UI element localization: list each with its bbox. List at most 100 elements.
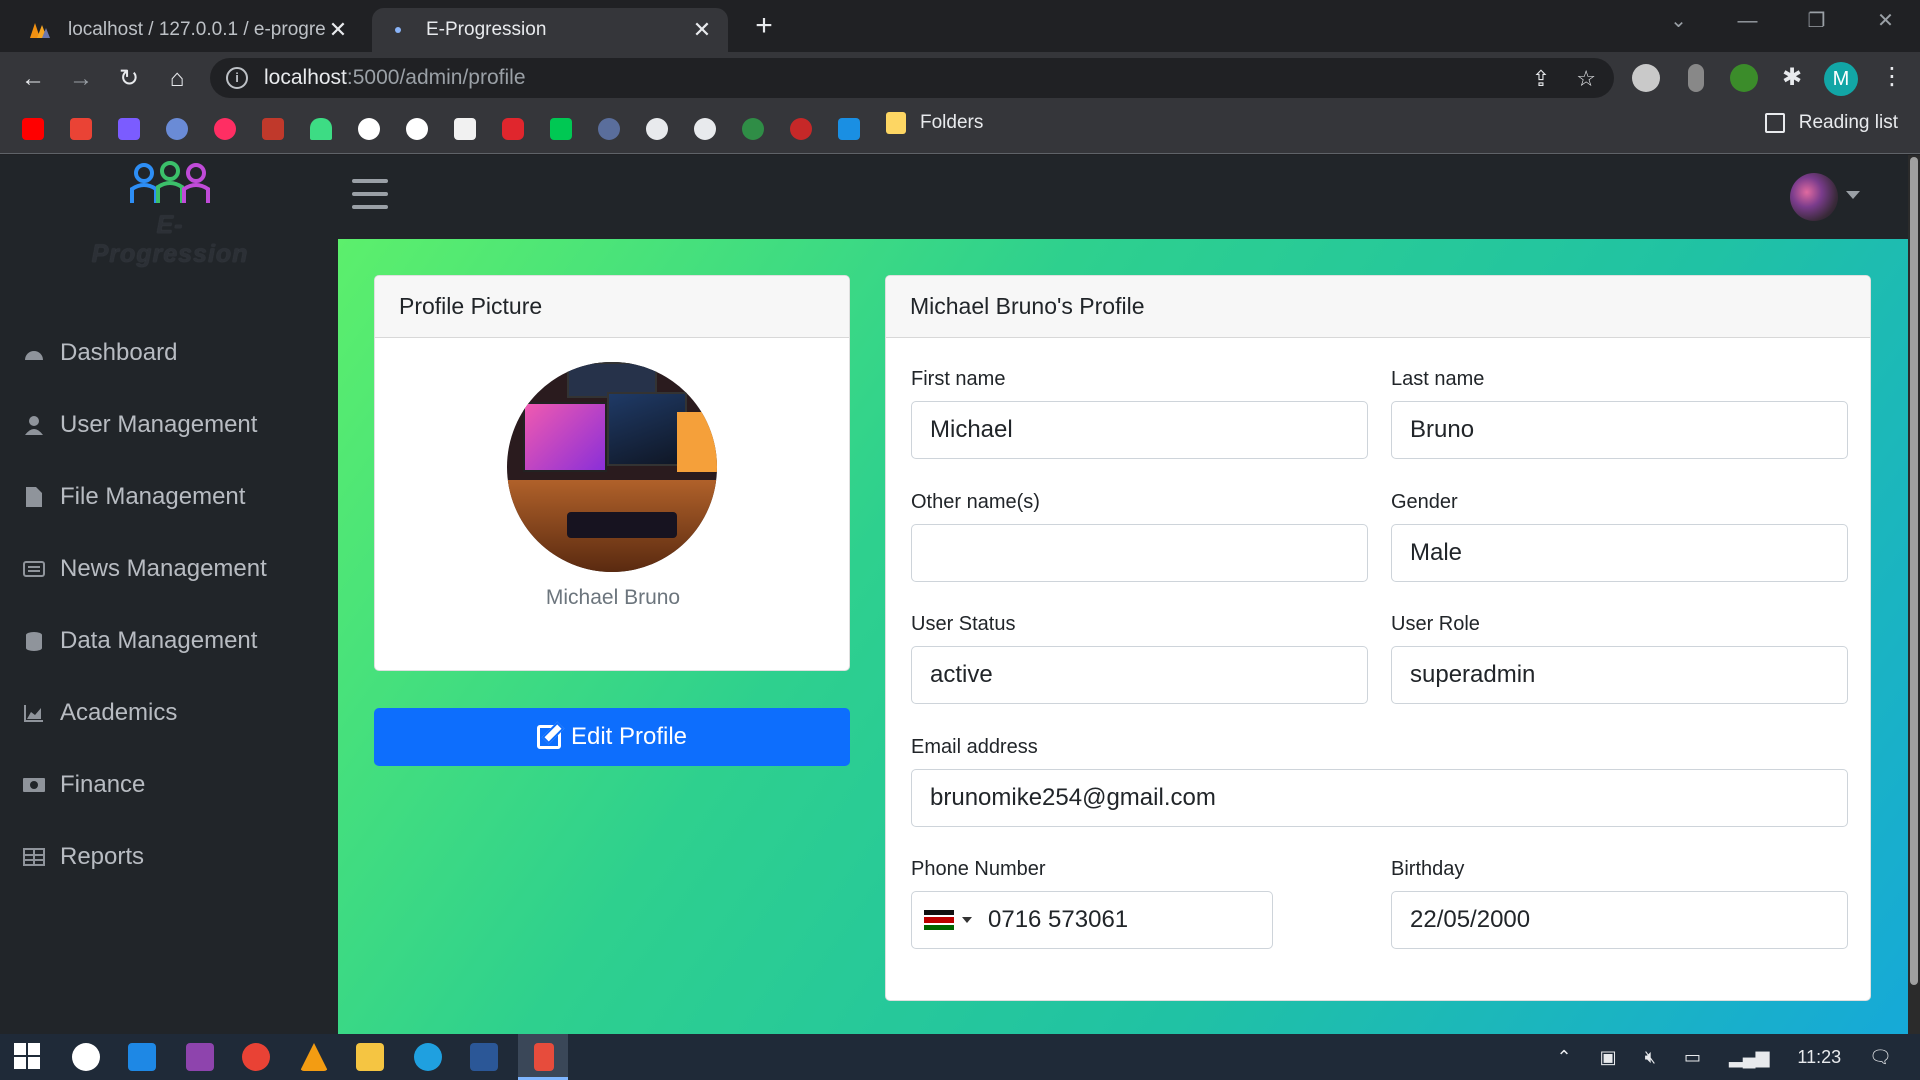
new-tab-button[interactable]: + [748, 10, 780, 42]
user-role-field: User Role superadmin [1391, 613, 1848, 704]
github-icon[interactable] [406, 118, 428, 140]
sidebar-item-academics[interactable]: Academics [0, 677, 338, 749]
email-input[interactable]: brunomike254@gmail.com [911, 769, 1848, 827]
windows-taskbar: ⌃ ▣ 🔇︎ ▭ ▂▄▆ 11:23 🗨︎ [0, 1034, 1920, 1080]
bookmark-hex-icon[interactable] [598, 118, 620, 140]
profile-form-card: Michael Bruno's Profile First name Micha… [885, 275, 1871, 1001]
gmail-icon[interactable] [70, 118, 92, 140]
extension-glasses-icon[interactable] [1632, 64, 1660, 92]
visual-studio-icon[interactable] [186, 1043, 214, 1071]
chrome-icon[interactable] [242, 1043, 270, 1071]
extension-mouse-icon[interactable] [1688, 64, 1704, 92]
newspaper-icon [22, 558, 46, 580]
user-dropdown-caret-icon[interactable] [1846, 191, 1860, 199]
windows-start-icon[interactable] [14, 1043, 42, 1071]
close-window-button[interactable]: ✕ [1851, 8, 1920, 34]
user-role-input[interactable]: superadmin [1391, 646, 1848, 704]
loading-dot-icon [386, 18, 410, 42]
sidebar-item-news-management[interactable]: News Management [0, 533, 338, 605]
restore-button[interactable]: ❐ [1782, 8, 1851, 34]
address-bar[interactable]: i localhost:5000/admin/profile ⇪ ☆ [210, 58, 1614, 98]
sidebar-item-finance[interactable]: Finance [0, 749, 338, 821]
chevron-up-icon[interactable]: ⌃ [1557, 1047, 1572, 1068]
globe-icon[interactable] [694, 118, 716, 140]
notion-icon[interactable] [454, 118, 476, 140]
close-tab-icon[interactable]: ✕ [690, 17, 714, 43]
notifications-icon[interactable]: 🗨︎ [1869, 1047, 1892, 1068]
word-icon[interactable] [470, 1043, 498, 1071]
bookmark-gear-icon[interactable] [166, 118, 188, 140]
browser-profile-avatar[interactable]: M [1824, 62, 1858, 96]
bookmark-s-icon[interactable] [262, 118, 284, 140]
edit-profile-button[interactable]: Edit Profile [374, 708, 850, 766]
battery-icon[interactable]: ▭ [1684, 1047, 1701, 1068]
tab-e-progression[interactable]: E-Progression ✕ [372, 8, 728, 52]
bookmark-cube-icon[interactable] [838, 118, 860, 140]
bookmark-r-icon[interactable] [550, 118, 572, 140]
country-selector[interactable] [924, 910, 972, 930]
reading-list-label: Reading list [1798, 112, 1898, 133]
udemy-icon[interactable] [502, 118, 524, 140]
birthday-field: Birthday 22/05/2000 [1391, 858, 1848, 949]
bookmark-star-icon[interactable]: ☆ [1576, 66, 1596, 92]
minimize-button[interactable]: — [1713, 8, 1782, 34]
clock[interactable]: 11:23 [1797, 1047, 1841, 1068]
extension-tree-icon[interactable] [1730, 64, 1758, 92]
sidebar-item-label: File Management [60, 483, 246, 510]
android-icon[interactable] [310, 118, 332, 140]
sidebar-item-dashboard[interactable]: Dashboard [0, 317, 338, 389]
sidebar-item-label: Academics [60, 699, 178, 726]
site-info-icon[interactable]: i [226, 67, 248, 89]
vscode-icon[interactable] [128, 1043, 156, 1071]
extensions-puzzle-icon[interactable]: ✱ [1778, 64, 1806, 92]
phone-field: Phone Number 0716 573061 [911, 858, 1273, 949]
tab-phpmyadmin[interactable]: localhost / 127.0.0.1 / e-progress ✕ [14, 8, 364, 52]
bookmark-ts-icon[interactable] [790, 118, 812, 140]
home-icon[interactable]: ⌂ [162, 64, 192, 94]
sidebar-item-file-management[interactable]: File Management [0, 461, 338, 533]
other-names-input[interactable] [911, 524, 1368, 582]
edge-icon[interactable] [414, 1043, 442, 1071]
file-explorer-icon[interactable] [356, 1043, 384, 1071]
sidebar-item-label: Finance [60, 771, 146, 798]
youtube-icon[interactable] [22, 118, 44, 140]
tab-title: localhost / 127.0.0.1 / e-progress [68, 19, 326, 40]
meet-now-icon[interactable]: ▣ [1600, 1047, 1617, 1068]
globe-icon[interactable] [646, 118, 668, 140]
forward-arrow-icon[interactable]: → [66, 64, 96, 94]
birthday-input[interactable]: 22/05/2000 [1391, 891, 1848, 949]
gender-input[interactable]: Male [1391, 524, 1848, 582]
bookmark-play-icon[interactable] [214, 118, 236, 140]
other-names-field: Other name(s) [911, 491, 1368, 582]
phone-input[interactable]: 0716 573061 [988, 906, 1128, 934]
reading-list-button[interactable]: Reading list [1764, 112, 1898, 134]
share-icon[interactable]: ⇪ [1532, 66, 1550, 92]
vlc-icon[interactable] [300, 1043, 328, 1071]
user-status-input[interactable]: active [911, 646, 1368, 704]
sidebar-item-reports[interactable]: Reports [0, 821, 338, 893]
bookmark-folder[interactable]: Folders [886, 112, 983, 134]
wifi-signal-icon[interactable]: ▂▄▆ [1729, 1047, 1769, 1068]
volume-muted-icon[interactable]: 🔇︎ [1645, 1047, 1656, 1068]
bookmark-cloud-icon[interactable] [358, 118, 380, 140]
hamburger-menu-icon[interactable] [352, 179, 388, 209]
browser-menu-icon[interactable]: ⋮ [1880, 62, 1904, 91]
brand-logo[interactable]: E-Progression [80, 155, 260, 268]
page-scrollbar[interactable] [1908, 155, 1920, 1034]
search-app-icon[interactable] [72, 1043, 100, 1071]
last-name-input[interactable]: Bruno [1391, 401, 1848, 459]
gauge-icon [22, 342, 46, 364]
close-tab-icon[interactable]: ✕ [326, 17, 350, 43]
phpmyadmin-icon [28, 18, 52, 42]
sidebar-item-user-management[interactable]: User Management [0, 389, 338, 461]
back-arrow-icon[interactable]: ← [18, 64, 48, 94]
email-label: Email address [911, 736, 1038, 758]
tab-search-icon[interactable]: ⌄ [1644, 8, 1713, 34]
first-name-input[interactable]: Michael [911, 401, 1368, 459]
reload-icon[interactable]: ↻ [114, 64, 144, 94]
bookmark-v-icon[interactable] [118, 118, 140, 140]
geeksforgeeks-icon[interactable] [742, 118, 764, 140]
user-avatar[interactable] [1790, 173, 1838, 221]
sidebar-item-data-management[interactable]: Data Management [0, 605, 338, 677]
postman-icon[interactable] [534, 1043, 554, 1071]
